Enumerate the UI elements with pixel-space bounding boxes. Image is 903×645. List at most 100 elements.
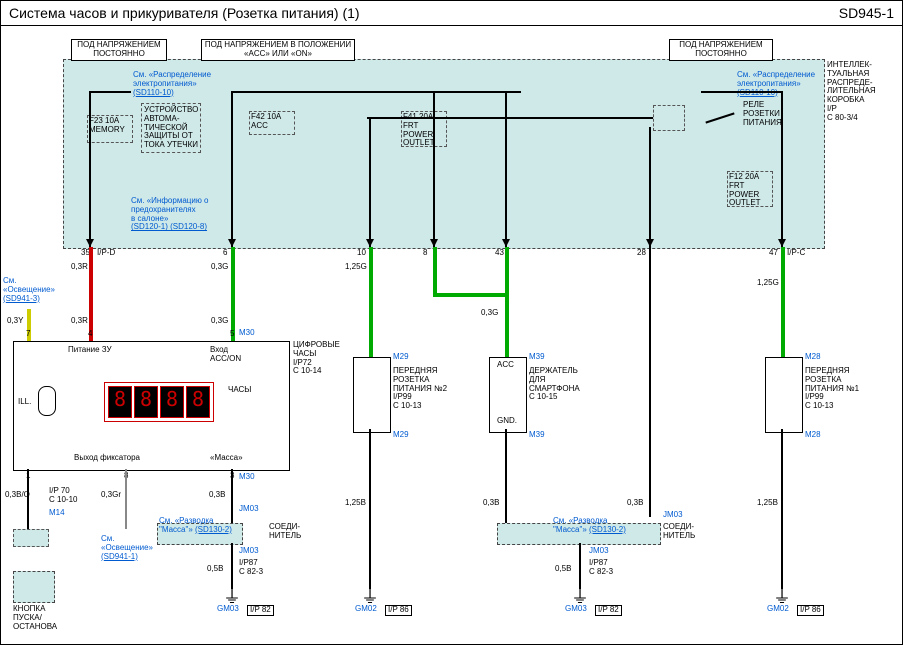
clock-display: 8888 [104, 382, 214, 422]
lbl-03G-a: 0,3G [211, 263, 228, 272]
w-out1-gnd [781, 429, 783, 589]
link-fuse-info: См. «Информацию о предохранителях в сало… [131, 197, 209, 232]
ssb-box [13, 529, 49, 547]
conn-M29t: M29 [393, 353, 409, 362]
JM03b: JM03 [663, 511, 683, 520]
conn-M30-bot: M30 [239, 473, 255, 482]
page-title: Система часов и прикуривателя (Розетка п… [9, 5, 360, 21]
bus-35-dn [89, 91, 91, 247]
banner-left: ПОД НАПРЯЖЕНИЕМ ПОСТОЯННО [71, 39, 167, 61]
bus-43-dn [505, 91, 507, 247]
link-power-dist-1: См. «Распределение электропитания»(SD110… [133, 71, 211, 97]
wire-8-green [433, 247, 437, 295]
pin-10: 10 [357, 249, 366, 258]
bus-b-const-r [701, 91, 781, 93]
conn-M28b: M28 [805, 431, 821, 440]
leak-device: УСТРОЙСТВО АВТОМА- ТИЧЕСКОЙ ЗАЩИТЫ ОТ ТО… [141, 103, 201, 153]
link-mass-a: См. «Разводка "Масса"» (SD130-2) [159, 517, 232, 535]
clock-botR: «Масса» [210, 454, 243, 463]
conn-M29b: M29 [393, 431, 409, 440]
P86a: I/P 86 [385, 605, 412, 616]
conn-M39t: M39 [529, 353, 545, 362]
pin-6: 6 [223, 249, 227, 258]
conn-ipd: I/P-D [97, 249, 115, 258]
bus-47-dn [781, 91, 783, 247]
GM03a: GM03 [217, 605, 239, 614]
title-bar: Система часов и прикуривателя (Розетка п… [1, 1, 902, 26]
lbl-03G-b: 0,3G [481, 309, 498, 318]
wire-28-black [649, 247, 651, 517]
link-mass-b: См. «Разводка "Масса"» (SD130-2) [553, 517, 626, 535]
pin-43: 43 [495, 249, 504, 258]
bus-f42-dn [231, 91, 233, 247]
digital-clock-module: 7 4 5 Питание ЗУ Вход ACC/ON ILL. 8888 Ч… [13, 341, 290, 471]
w-phone-gnd [505, 429, 507, 525]
wire-35-red [89, 247, 93, 341]
lbl-03B-c: 0,3B [627, 499, 643, 508]
lbl-03BO: 0,3B/O [5, 491, 30, 500]
lbl-05B-b: 0,5B [555, 565, 571, 574]
pin-8: 8 [423, 249, 427, 258]
JM03b2: JM03 [589, 547, 609, 556]
p70: I/P 70 С 10-10 [49, 487, 77, 505]
pin-28: 28 [637, 249, 646, 258]
ip-box-label: ИНТЕЛЛЕК- ТУАЛЬНАЯ РАСПРЕДЕ- ЛИТЕЛЬНАЯ К… [827, 61, 876, 123]
bus-28-dn [649, 127, 651, 247]
conn-M14: M14 [49, 509, 65, 518]
lbl-125B-b: 1,25B [757, 499, 778, 508]
ssb-zone [13, 571, 55, 603]
clock-topR: Вход ACC/ON [210, 346, 241, 364]
banner-right: ПОД НАПРЯЖЕНИЕМ ПОСТОЯННО [669, 39, 773, 61]
phone-gnd: GND. [497, 417, 517, 426]
conn-M39b: M39 [529, 431, 545, 440]
wiring-diagram-sheet: Система часов и прикуривателя (Розетка п… [0, 0, 903, 645]
w-out2-gnd [369, 429, 371, 589]
clock-topL: Питание ЗУ [68, 346, 112, 355]
bus-relay [367, 117, 653, 119]
GM03b: GM03 [565, 605, 587, 614]
wire-6-green [231, 247, 235, 341]
clock-name: ЧАСЫ [228, 386, 251, 395]
lbl-125B-a: 1,25B [345, 499, 366, 508]
outlet2-label: ПЕРЕДНЯЯ РОЗЕТКА ПИТАНИЯ №2 I/P99 С 10-1… [393, 367, 447, 411]
lbl-125G-b: 1,25G [757, 279, 779, 288]
lbl-125G-a: 1,25G [345, 263, 367, 272]
bus-8-dn [433, 91, 435, 247]
conn-M28t: M28 [805, 353, 821, 362]
fuse-f23: F23 10A MEMORY [87, 115, 133, 143]
conn-ipc: I/P-C [787, 249, 805, 258]
clock-ill: ILL. [18, 398, 31, 407]
ill-shape [38, 386, 56, 416]
joiner-a: СОЕДИ- НИТЕЛЬ [269, 523, 301, 541]
lbl-05B-a: 0,5B [207, 565, 223, 574]
front-outlet-1 [765, 357, 803, 433]
c823b: I/P87 С 82-3 [589, 559, 613, 577]
front-outlet-2 [353, 357, 391, 433]
c823a: I/P87 С 82-3 [239, 559, 263, 577]
conn-M30-top: M30 [239, 329, 255, 338]
wire-8-43-bridge [433, 293, 509, 297]
joiner-b: СОЕДИ- НИТЕЛЬ [663, 523, 695, 541]
wire-10-green [369, 247, 373, 357]
relay-coil [653, 105, 685, 131]
bus-f41-dn [369, 117, 371, 247]
digital-clock-label: ЦИФРОВЫЕ ЧАСЫ I/P72 С 10-14 [293, 341, 340, 376]
page-code: SD945-1 [839, 5, 894, 21]
banner-mid: ПОД НАПРЯЖЕНИЕМ В ПОЛОЖЕНИИ «ACC» ИЛИ «O… [201, 39, 355, 61]
phone-acc: ACC [497, 361, 514, 370]
JM03a: JM03 [239, 505, 259, 514]
lbl-03R-b: 0,3R [71, 317, 88, 326]
link-ill2: См. «Освещение»(SD941-1) [101, 535, 153, 561]
lbl-03B-b: 0,3B [483, 499, 499, 508]
GM02a: GM02 [355, 605, 377, 614]
wire-43-green [505, 247, 509, 357]
clock-pin5: 5 [230, 330, 234, 339]
clock-pin7: 7 [26, 330, 30, 339]
lbl-03G-c: 0,3G [211, 317, 228, 326]
link-ill: См. «Освещение»(SD941-3) [3, 277, 55, 303]
outlet1-label: ПЕРЕДНЯЯ РОЗЕТКА ПИТАНИЯ №1 I/P99 С 10-1… [805, 367, 859, 411]
P82a: I/P 82 [247, 605, 274, 616]
lbl-03B-a: 0,3B [209, 491, 225, 500]
clock-pin4: 4 [88, 330, 92, 339]
ssb-label: КНОПКА ПУСКА/ ОСТАНОВА [13, 605, 57, 631]
